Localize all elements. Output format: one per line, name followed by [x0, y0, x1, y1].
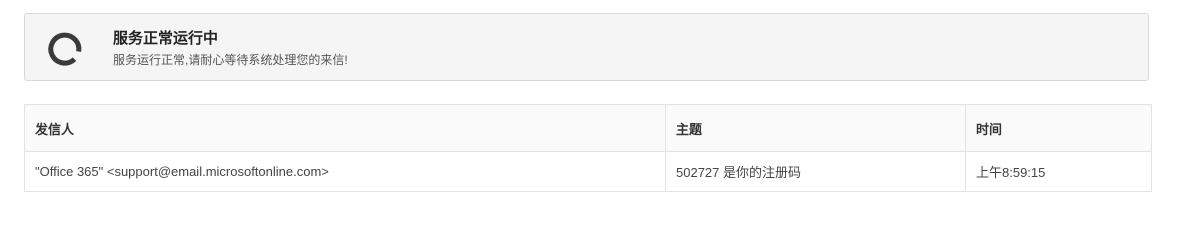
status-title: 服务正常运行中 [113, 30, 219, 47]
table-row[interactable]: "Office 365" <support@email.microsoftonl… [24, 151, 1152, 192]
table-header-row: 发信人 主题 时间 [24, 104, 1152, 152]
column-header-sender: 发信人 [24, 104, 666, 152]
spinner-ring-icon [48, 32, 82, 66]
mail-table: 发信人 主题 时间 "Office 365" <support@email.mi… [24, 104, 1152, 192]
mail-sender-cell: "Office 365" <support@email.microsoftonl… [24, 151, 666, 192]
mail-subject-cell[interactable]: 502727 是你的注册码 [665, 151, 966, 192]
mail-time-cell: 上午8:59:15 [965, 151, 1152, 192]
column-header-subject: 主题 [665, 104, 966, 152]
status-description: 服务运行正常,请耐心等待系统处理您的来信! [113, 53, 348, 67]
column-header-time: 时间 [965, 104, 1152, 152]
service-status-panel: 服务正常运行中 服务运行正常,请耐心等待系统处理您的来信! [24, 13, 1149, 81]
